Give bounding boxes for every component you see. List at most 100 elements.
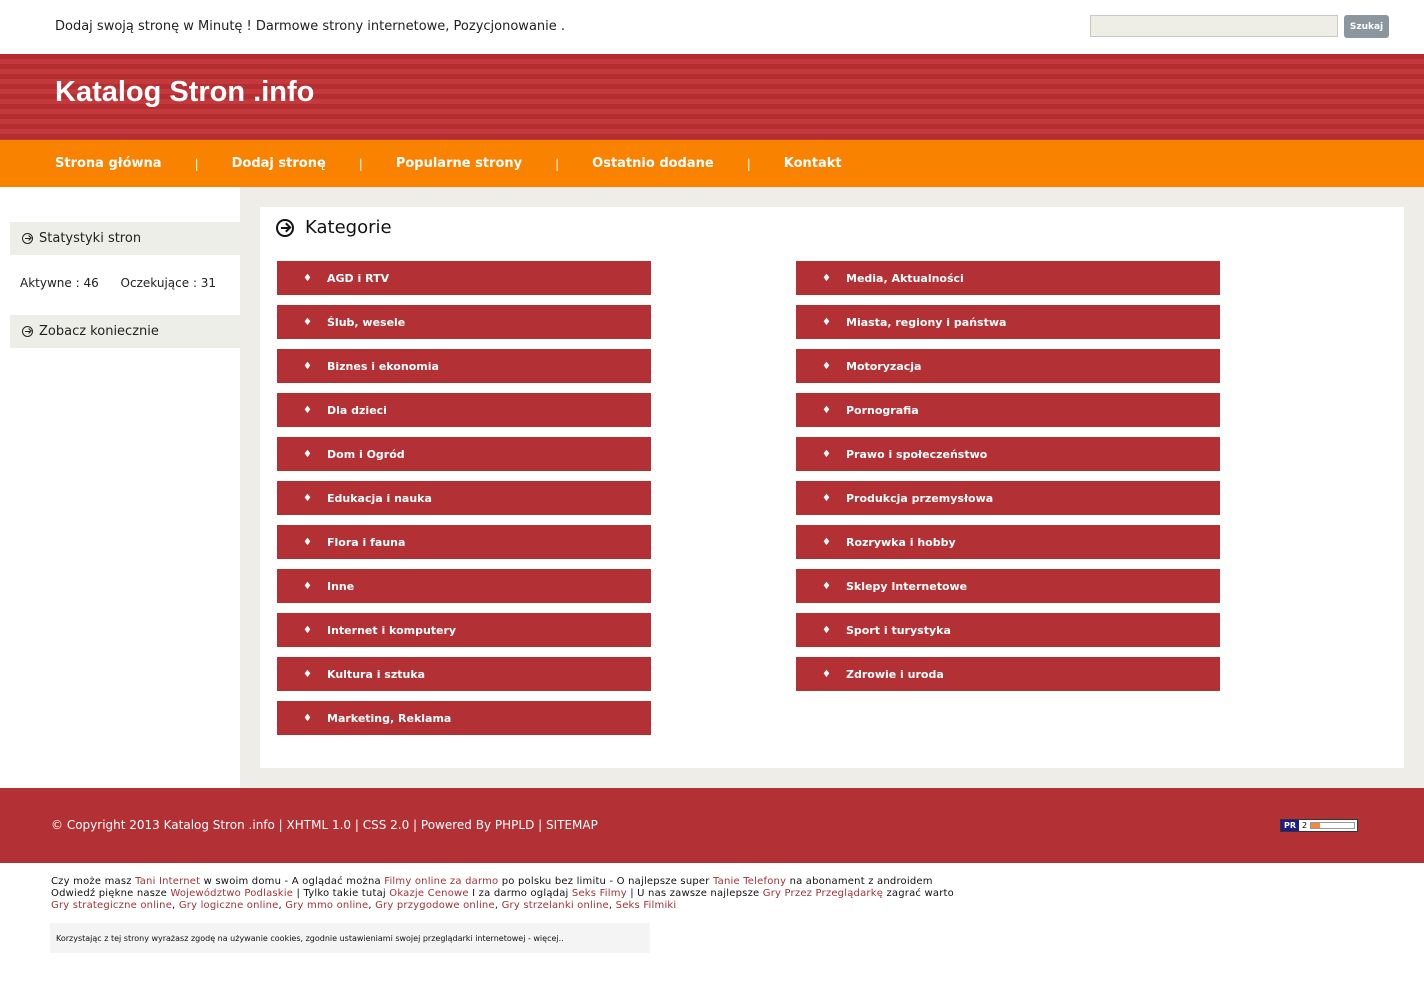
category-link[interactable]: ♦ Kultura i sztuka	[277, 657, 651, 691]
sponsored-link[interactable]: Filmy online za darmo	[384, 876, 498, 887]
links-text: Odwiedź piękne nasze	[51, 888, 171, 899]
search-button[interactable]: Szukaj	[1344, 15, 1389, 38]
sidebar-heading-label: Statystyki stron	[39, 231, 142, 246]
diamond-bullet-icon: ♦	[822, 404, 831, 416]
category-link[interactable]: ♦ Internet i komputery	[277, 613, 651, 647]
category-link[interactable]: ♦ Pornografia	[796, 393, 1220, 427]
category-link[interactable]: ♦ Edukacja i nauka	[277, 481, 651, 515]
search-input[interactable]	[1090, 15, 1338, 37]
sidebar: Statystyki stron Aktywne : 46 Oczekujące…	[0, 187, 240, 788]
nav-item-popular[interactable]: Popularne strony	[396, 156, 522, 171]
category-label: Miasta, regiony i państwa	[846, 315, 1007, 329]
sponsored-link[interactable]: Seks Filmiki	[616, 900, 677, 911]
category-label: Dla dzieci	[327, 403, 387, 417]
category-link[interactable]: ♦ Motoryzacja	[796, 349, 1220, 383]
category-link[interactable]: ♦ Ślub, wesele	[277, 305, 651, 339]
diamond-bullet-icon: ♦	[303, 404, 312, 416]
nav-separator: |	[555, 156, 560, 171]
diamond-bullet-icon: ♦	[303, 536, 312, 548]
diamond-bullet-icon: ♦	[822, 272, 831, 284]
diamond-bullet-icon: ♦	[822, 536, 831, 548]
categories-panel: Kategorie ♦ AGD i RTV ♦ Ślub, wesele ♦ Biznes…	[260, 207, 1404, 768]
footer: © Copyright 2013 Katalog Stron .info | X…	[0, 788, 1424, 863]
top-bar: Dodaj swoją stronę w Minutę ! Darmowe st…	[0, 0, 1424, 54]
links-text: ,	[494, 900, 502, 911]
site-title[interactable]: Katalog Stron .info	[55, 76, 314, 109]
links-text: Czy może masz	[51, 876, 136, 887]
sponsored-link[interactable]: Seks Filmy	[572, 888, 627, 899]
category-link[interactable]: ♦ Prawo i społeczeństwo	[796, 437, 1220, 471]
cookie-notice: Korzystając z tej strony wyrażasz zgodę …	[50, 923, 650, 953]
category-link[interactable]: ♦ Sklepy Internetowe	[796, 569, 1220, 603]
category-link[interactable]: ♦ AGD i RTV	[277, 261, 651, 295]
category-link[interactable]: ♦ Dla dzieci	[277, 393, 651, 427]
main-nav: Strona główna | Dodaj stronę | Popularne…	[0, 140, 1424, 187]
category-label: Flora i fauna	[327, 535, 406, 549]
category-label: Internet i komputery	[327, 623, 457, 637]
sidebar-heading-see: Zobacz koniecznie	[10, 315, 240, 348]
diamond-bullet-icon: ♦	[822, 624, 831, 636]
sponsored-link[interactable]: Gry przygodowe online	[375, 900, 495, 911]
links-text: po polsku bez limitu - O najlepsze super	[498, 876, 713, 887]
links-text: w swoim domu - A oglądać można	[200, 876, 385, 887]
category-label: Inne	[327, 579, 355, 593]
waiting-count: Oczekujące : 31	[120, 276, 217, 290]
category-link[interactable]: ♦ Biznes i ekonomia	[277, 349, 651, 383]
stats-counts: Aktywne : 46 Oczekujące : 31	[20, 276, 216, 290]
category-link[interactable]: ♦ Dom i Ogród	[277, 437, 651, 471]
sponsored-link[interactable]: Tanie Telefony	[713, 876, 786, 887]
category-link[interactable]: ♦ Media, Aktualności	[796, 261, 1220, 295]
sponsored-link[interactable]: Województwo Podlaskie	[170, 888, 293, 899]
category-link[interactable]: ♦ Inne	[277, 569, 651, 603]
site-header: Katalog Stron .info	[0, 54, 1424, 140]
category-link[interactable]: ♦ Marketing, Reklama	[277, 701, 651, 735]
nav-item-home[interactable]: Strona główna	[55, 156, 162, 171]
category-link[interactable]: ♦ Flora i fauna	[277, 525, 651, 559]
category-link[interactable]: ♦ Zdrowie i uroda	[796, 657, 1220, 691]
arrow-circle-icon	[276, 218, 294, 237]
nav-item-contact[interactable]: Kontakt	[784, 156, 842, 171]
pagerank-bar	[1310, 822, 1355, 829]
sponsored-link[interactable]: Gry Przez Przeglądarkę	[763, 888, 883, 899]
diamond-bullet-icon: ♦	[822, 316, 831, 328]
category-link[interactable]: ♦ Miasta, regiony i państwa	[796, 305, 1220, 339]
sponsored-link[interactable]: Okazje Cenowe	[389, 888, 469, 899]
category-label: Sport i turystyka	[846, 623, 951, 637]
category-label: Rozrywka i hobby	[846, 535, 956, 549]
page-title: Kategorie	[276, 217, 392, 238]
nav-item-add-site[interactable]: Dodaj stronę	[232, 156, 326, 171]
sponsored-link[interactable]: Gry strategiczne online	[51, 900, 172, 911]
category-link[interactable]: ♦ Rozrywka i hobby	[796, 525, 1220, 559]
category-link[interactable]: ♦ Produkcja przemysłowa	[796, 481, 1220, 515]
links-text: na abonament z androidem	[786, 876, 933, 887]
diamond-bullet-icon: ♦	[303, 668, 312, 680]
nav-item-recent[interactable]: Ostatnio dodane	[592, 156, 714, 171]
arrow-circle-icon	[22, 233, 33, 244]
category-label: AGD i RTV	[327, 271, 390, 285]
category-label: Dom i Ogród	[327, 447, 405, 461]
links-line: Gry strategiczne online, Gry logiczne on…	[51, 900, 676, 911]
site-tagline: Dodaj swoją stronę w Minutę ! Darmowe st…	[55, 19, 566, 34]
sponsored-link[interactable]: Gry mmo online	[285, 900, 368, 911]
category-label: Pornografia	[846, 403, 919, 417]
sponsored-link[interactable]: Tani Internet	[135, 876, 200, 887]
sponsored-link[interactable]: Gry strzelanki online	[502, 900, 609, 911]
category-label: Kultura i sztuka	[327, 667, 426, 681]
cookie-text[interactable]: Korzystając z tej strony wyrażasz zgodę …	[56, 934, 564, 943]
sponsored-link[interactable]: Gry logiczne online	[179, 900, 279, 911]
diamond-bullet-icon: ♦	[822, 448, 831, 460]
diamond-bullet-icon: ♦	[303, 624, 312, 636]
links-text: | U nas zawsze najlepsze	[626, 888, 763, 899]
pagerank-bar-fill	[1311, 823, 1320, 828]
diamond-bullet-icon: ♦	[303, 712, 312, 724]
category-label: Marketing, Reklama	[327, 711, 452, 725]
pagerank-badge[interactable]: PR 2	[1280, 819, 1358, 832]
diamond-bullet-icon: ♦	[822, 492, 831, 504]
nav-separator: |	[194, 156, 199, 171]
links-text: I za darmo oglądaj	[468, 888, 572, 899]
diamond-bullet-icon: ♦	[822, 668, 831, 680]
links-text: ,	[172, 900, 179, 911]
pagerank-label: PR	[1281, 820, 1300, 831]
category-link[interactable]: ♦ Sport i turystyka	[796, 613, 1220, 647]
nav-separator: |	[358, 156, 363, 171]
